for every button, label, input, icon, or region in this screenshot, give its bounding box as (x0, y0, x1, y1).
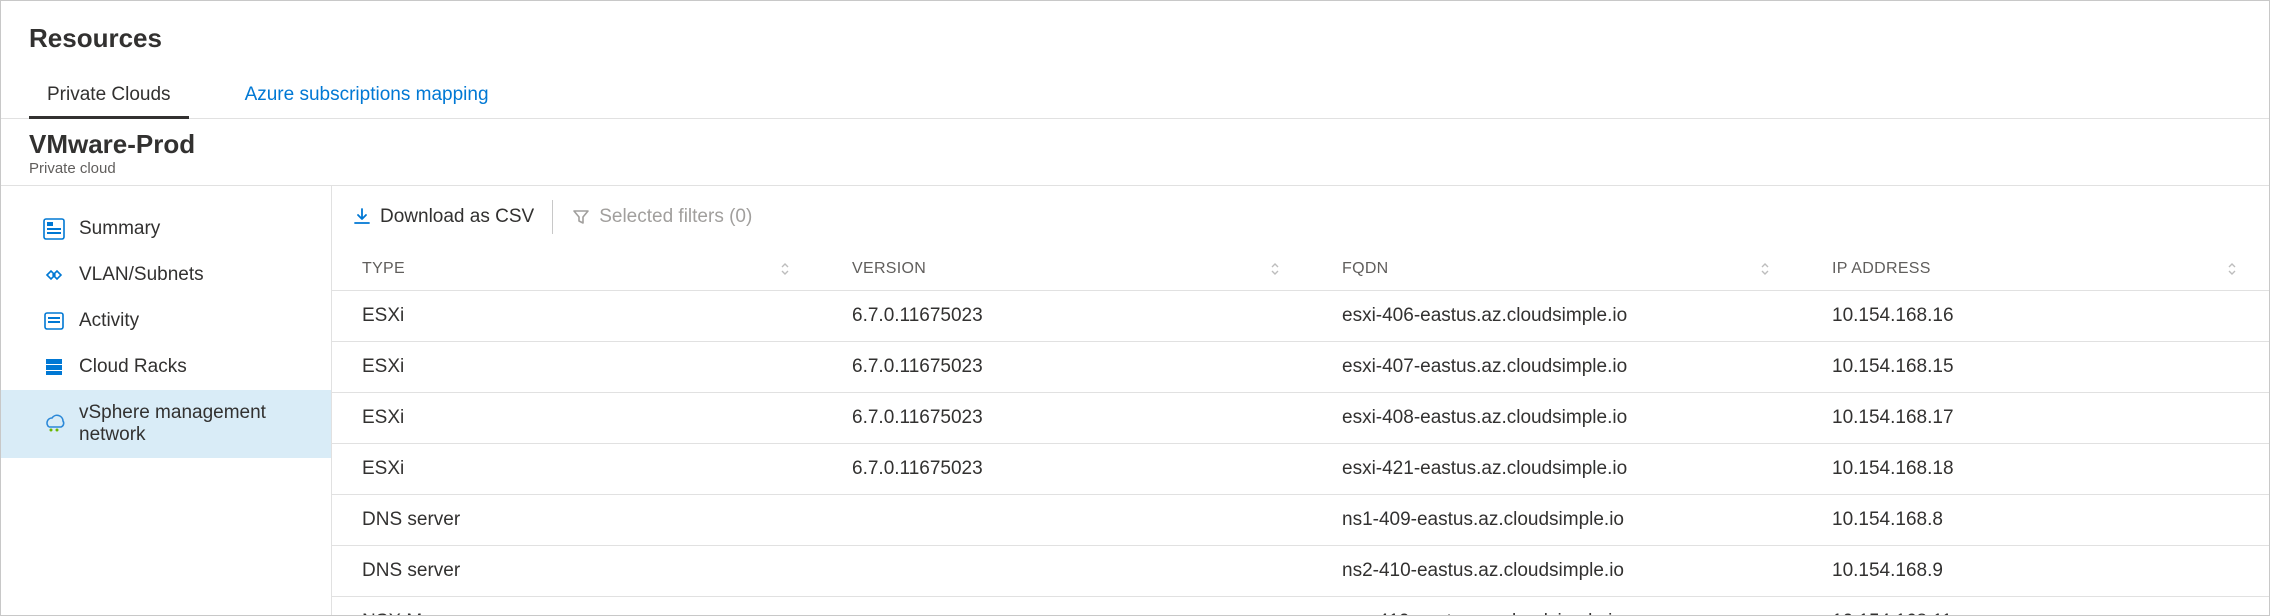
sidebar-item-summary[interactable]: Summary (1, 206, 331, 252)
sort-icon (2225, 262, 2239, 276)
cell-fqdn: ns2-410-eastus.az.cloudsimple.io (1312, 546, 1802, 596)
cell-type: DNS server (332, 546, 822, 596)
cell-ip: 10.154.168.16 (1802, 291, 2269, 341)
cell-fqdn: esxi-407-eastus.az.cloudsimple.io (1312, 342, 1802, 392)
column-header-ip[interactable]: IP ADDRESS (1802, 260, 2269, 278)
cell-fqdn: esxi-408-eastus.az.cloudsimple.io (1312, 393, 1802, 443)
sidebar-item-label: Cloud Racks (79, 356, 187, 378)
table-header: TYPE VERSION FQDN IP ADDRESS (332, 248, 2269, 291)
cloud-header: VMware-Prod Private cloud (1, 119, 2269, 186)
cell-version: 6.7.0.11675023 (822, 291, 1312, 341)
tab-private-clouds[interactable]: Private Clouds (29, 76, 189, 119)
sidebar-item-label: Summary (79, 218, 160, 240)
sidebar-item-cloud-racks[interactable]: Cloud Racks (1, 344, 331, 390)
network-icon (43, 264, 65, 286)
summary-icon (43, 218, 65, 240)
racks-icon (43, 356, 65, 378)
sidebar-item-vsphere-management-network[interactable]: vSphere management network (1, 390, 331, 458)
cell-ip: 10.154.168.18 (1802, 444, 2269, 494)
table-row[interactable]: ESXi6.7.0.11675023esxi-406-eastus.az.clo… (332, 291, 2269, 342)
table-row[interactable]: DNS server ns2-410-eastus.az.cloudsimple.… (332, 546, 2269, 597)
download-csv-label: Download as CSV (380, 206, 534, 228)
sort-icon (1268, 262, 1282, 276)
cell-version: 6.7.0.11675023 (822, 444, 1312, 494)
sidebar-item-label: VLAN/Subnets (79, 264, 204, 286)
sidebar-item-label: vSphere management network (79, 402, 309, 446)
cell-version: 6.7.0.11675023 (822, 342, 1312, 392)
cell-version (822, 608, 1312, 615)
activity-icon (43, 310, 65, 332)
table-row[interactable]: ESXi6.7.0.11675023esxi-408-eastus.az.clo… (332, 393, 2269, 444)
selected-filters-button[interactable]: Selected filters (0) (571, 206, 752, 228)
network-table: TYPE VERSION FQDN IP ADDRESS ESXi6.7.0.1… (331, 248, 2269, 615)
table-row[interactable]: NSX Manager nsx-419-eastus.az.cloudsimple… (332, 597, 2269, 615)
cell-version: 6.7.0.11675023 (822, 393, 1312, 443)
cell-type: ESXi (332, 393, 822, 443)
cloud-name: VMware-Prod (29, 129, 2241, 160)
column-header-version[interactable]: VERSION (822, 260, 1312, 278)
cell-ip: 10.154.168.8 (1802, 495, 2269, 545)
cell-type: ESXi (332, 444, 822, 494)
page-title: Resources (29, 23, 2241, 54)
column-header-type[interactable]: TYPE (332, 260, 822, 278)
sidebar: Summary VLAN/Subnets Activity Cloud Rack… (1, 186, 331, 615)
cell-ip: 10.154.168.9 (1802, 546, 2269, 596)
cell-fqdn: esxi-406-eastus.az.cloudsimple.io (1312, 291, 1802, 341)
toolbar-divider (552, 200, 553, 234)
cell-ip: 10.154.168.11 (1802, 597, 2269, 615)
cell-type: ESXi (332, 291, 822, 341)
sidebar-item-activity[interactable]: Activity (1, 298, 331, 344)
toolbar: Download as CSV Selected filters (0) (331, 186, 2269, 248)
cell-type: NSX Manager (332, 597, 822, 615)
download-csv-button[interactable]: Download as CSV (352, 206, 534, 228)
cell-version (822, 506, 1312, 534)
sort-icon (1758, 262, 1772, 276)
table-row[interactable]: DNS server ns1-409-eastus.az.cloudsimple.… (332, 495, 2269, 546)
cell-version (822, 557, 1312, 585)
top-tabs: Private Clouds Azure subscriptions mappi… (1, 64, 2269, 119)
table-row[interactable]: ESXi6.7.0.11675023esxi-407-eastus.az.clo… (332, 342, 2269, 393)
sidebar-item-label: Activity (79, 310, 139, 332)
cloud-subtitle: Private cloud (29, 160, 2241, 177)
cell-fqdn: esxi-421-eastus.az.cloudsimple.io (1312, 444, 1802, 494)
sidebar-item-vlan-subnets[interactable]: VLAN/Subnets (1, 252, 331, 298)
cell-fqdn: nsx-419-eastus.az.cloudsimple.io (1312, 597, 1802, 615)
vsphere-icon (43, 413, 65, 435)
download-icon (352, 207, 372, 227)
cell-type: ESXi (332, 342, 822, 392)
cell-ip: 10.154.168.15 (1802, 342, 2269, 392)
sort-icon (778, 262, 792, 276)
page-header: Resources (1, 1, 2269, 64)
cell-ip: 10.154.168.17 (1802, 393, 2269, 443)
tab-azure-subscriptions-mapping[interactable]: Azure subscriptions mapping (227, 76, 507, 118)
cell-type: DNS server (332, 495, 822, 545)
table-row[interactable]: ESXi6.7.0.11675023esxi-421-eastus.az.clo… (332, 444, 2269, 495)
cell-fqdn: ns1-409-eastus.az.cloudsimple.io (1312, 495, 1802, 545)
column-header-fqdn[interactable]: FQDN (1312, 260, 1802, 278)
filter-icon (571, 207, 591, 227)
selected-filters-label: Selected filters (0) (599, 206, 752, 228)
